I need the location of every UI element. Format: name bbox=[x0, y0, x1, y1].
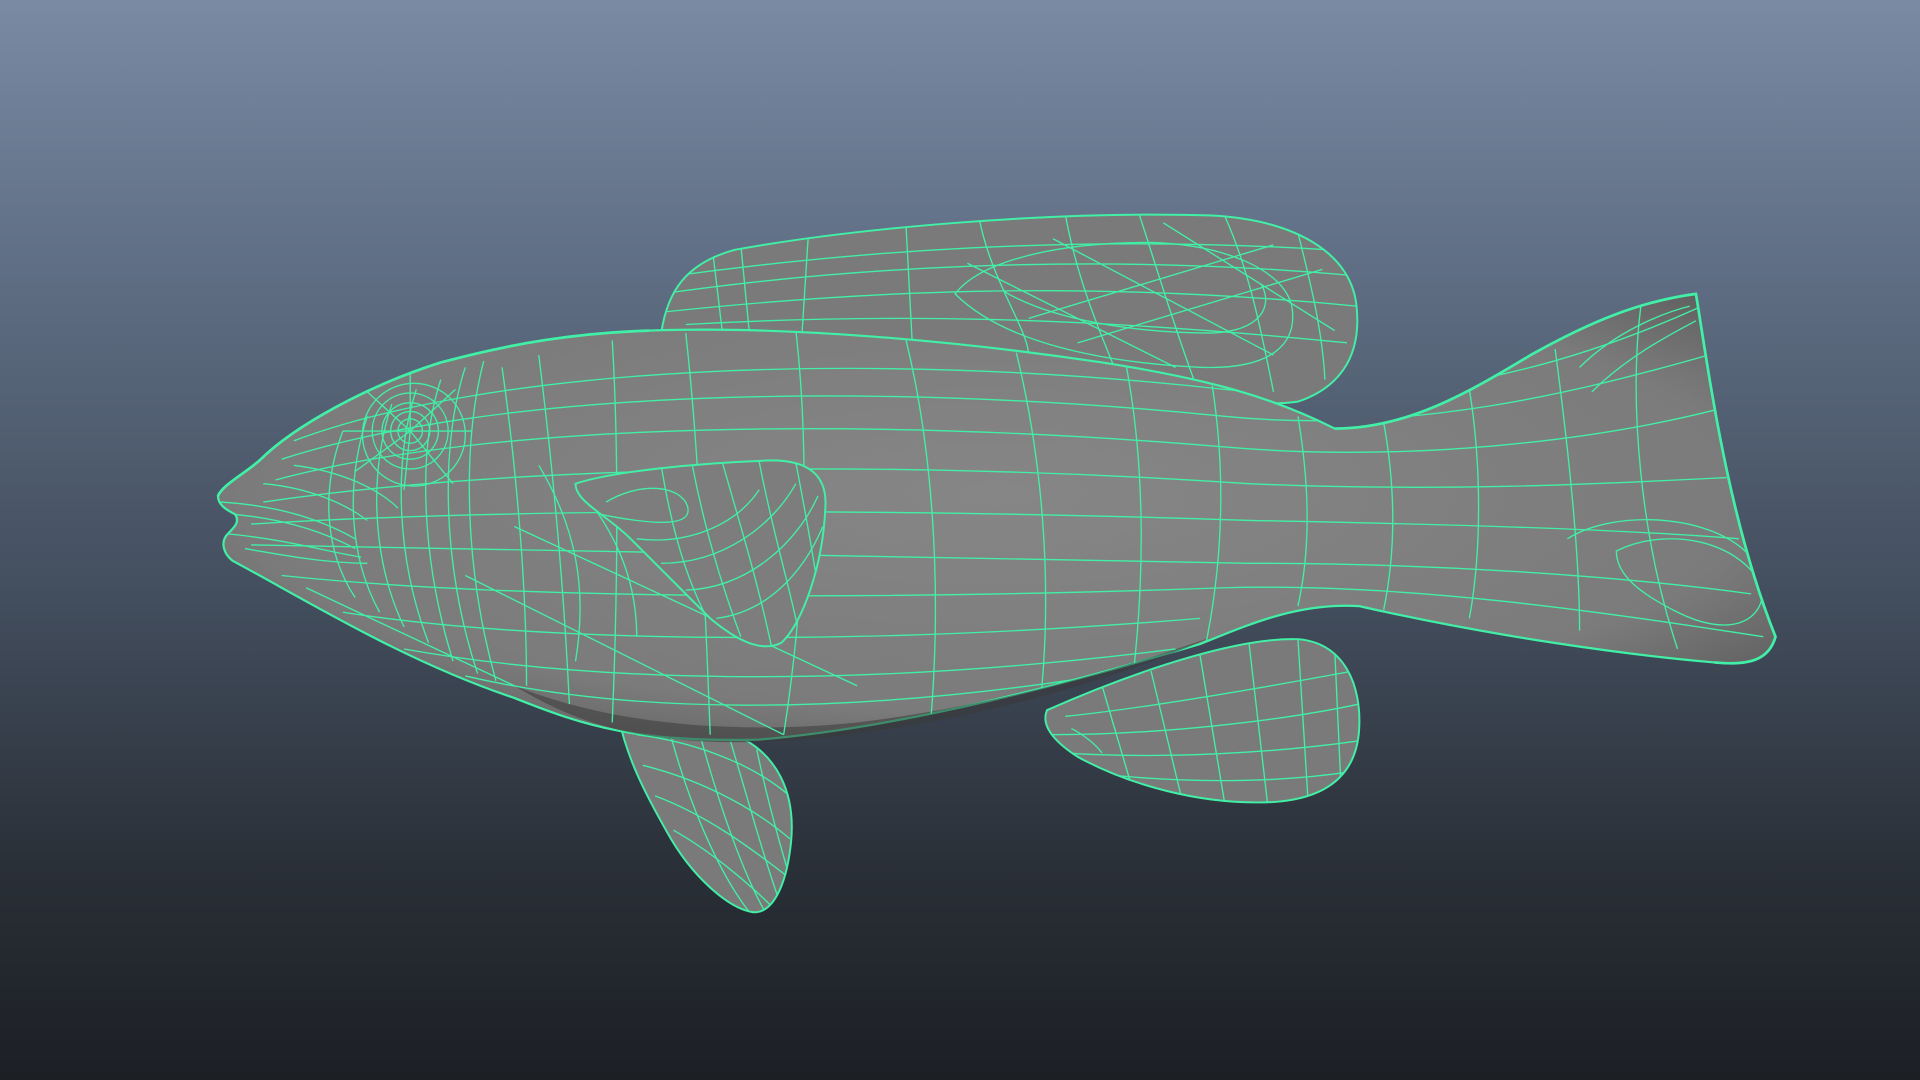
viewport-scene[interactable] bbox=[0, 0, 1920, 1080]
3d-viewport[interactable] bbox=[0, 0, 1920, 1080]
pelvic-fin[interactable] bbox=[617, 712, 793, 914]
fish-body[interactable] bbox=[216, 292, 1777, 743]
